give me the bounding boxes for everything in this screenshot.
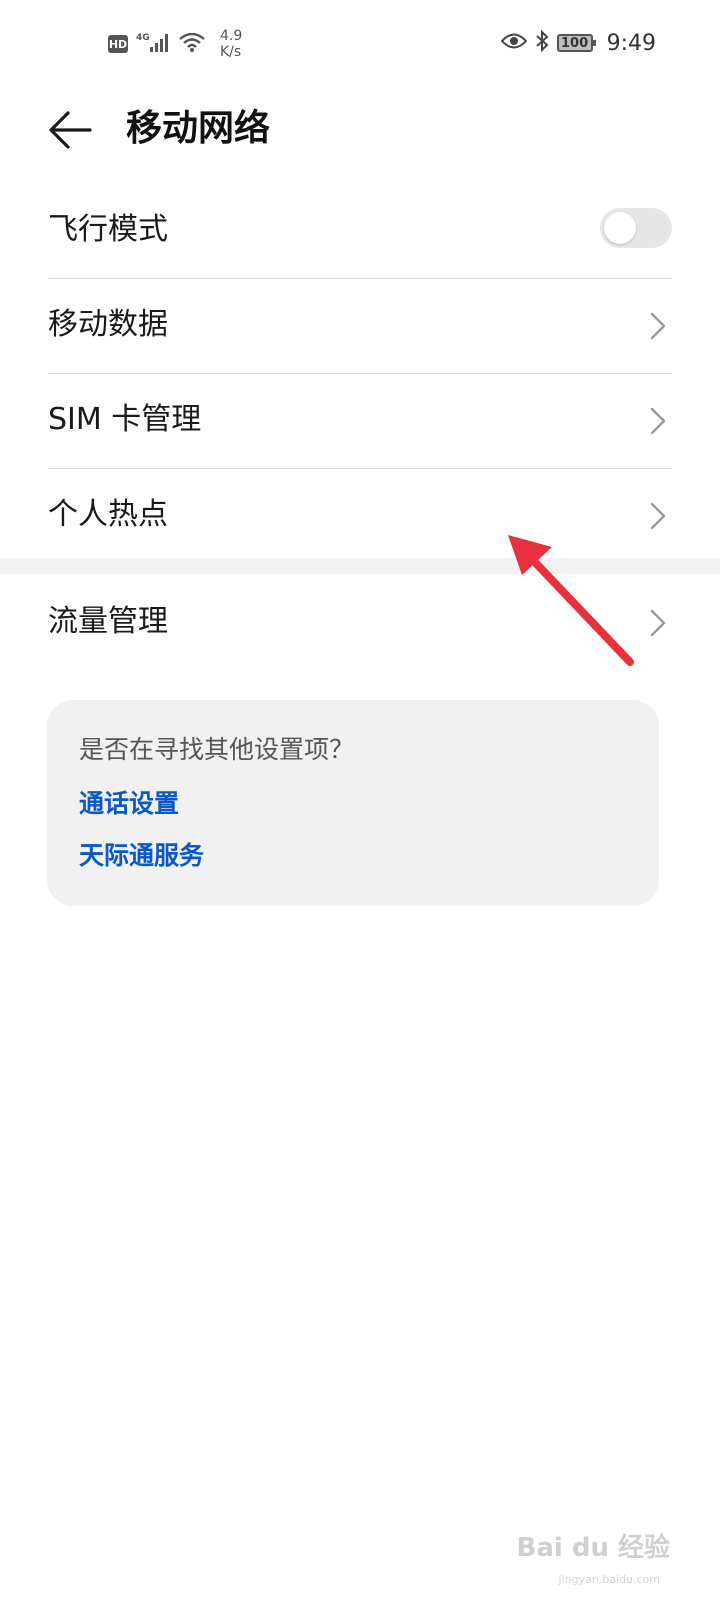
skylink-service-link[interactable]: 天际通服务 — [79, 840, 204, 872]
network-speed: 4.9 K/s — [220, 28, 242, 60]
sim-management-label: SIM 卡管理 — [48, 402, 202, 437]
bluetooth-icon — [535, 29, 549, 56]
battery-level: 100 — [561, 35, 589, 51]
wifi-icon — [178, 31, 206, 57]
settings-list: 飞行模式 移动数据 SIM 卡管理 个人热点 — [0, 184, 720, 563]
chevron-right-icon — [650, 312, 666, 340]
speed-unit: K/s — [220, 44, 242, 60]
arrow-left-icon — [49, 111, 92, 149]
toggle-knob — [604, 212, 636, 244]
personal-hotspot-label: 个人热点 — [48, 497, 168, 532]
watermark-logo: Bai du 经验 — [516, 1533, 671, 1563]
call-settings-link[interactable]: 通话设置 — [79, 788, 179, 820]
network-type-label: 4G — [136, 33, 150, 43]
page-title: 移动网络 — [126, 108, 271, 149]
signal-icon: 4G — [136, 31, 170, 57]
status-right: 100 9:49 — [500, 29, 656, 56]
airplane-mode-row: 飞行模式 — [48, 184, 672, 279]
mobile-data-row[interactable]: 移动数据 — [48, 279, 672, 374]
status-time: 9:49 — [606, 30, 656, 56]
status-left: HD 4G 4.9 K/s — [108, 28, 242, 60]
chevron-right-icon — [650, 502, 666, 530]
airplane-mode-toggle[interactable] — [600, 208, 672, 248]
traffic-management-label: 流量管理 — [48, 604, 168, 639]
battery-icon: 100 — [556, 34, 596, 52]
chevron-right-icon — [650, 407, 666, 435]
status-bar: HD 4G 4.9 K/s 100 9:49 — [0, 0, 720, 90]
sim-management-row[interactable]: SIM 卡管理 — [48, 374, 672, 469]
title-bar: 移动网络 — [0, 90, 720, 170]
airplane-mode-label: 飞行模式 — [48, 212, 168, 247]
speed-value: 4.9 — [220, 28, 243, 44]
eye-icon — [500, 32, 527, 54]
suggestion-question: 是否在寻找其他设置项？ — [79, 735, 355, 764]
watermark-url: jingyan.baidu.com — [558, 1573, 660, 1586]
hd-badge: HD — [108, 35, 128, 53]
back-button[interactable] — [46, 106, 94, 154]
annotation-arrow-icon — [508, 535, 634, 666]
suggestion-card: 是否在寻找其他设置项？ 通话设置 天际通服务 — [47, 700, 659, 906]
mobile-data-label: 移动数据 — [48, 307, 168, 342]
chevron-right-icon — [650, 609, 666, 637]
